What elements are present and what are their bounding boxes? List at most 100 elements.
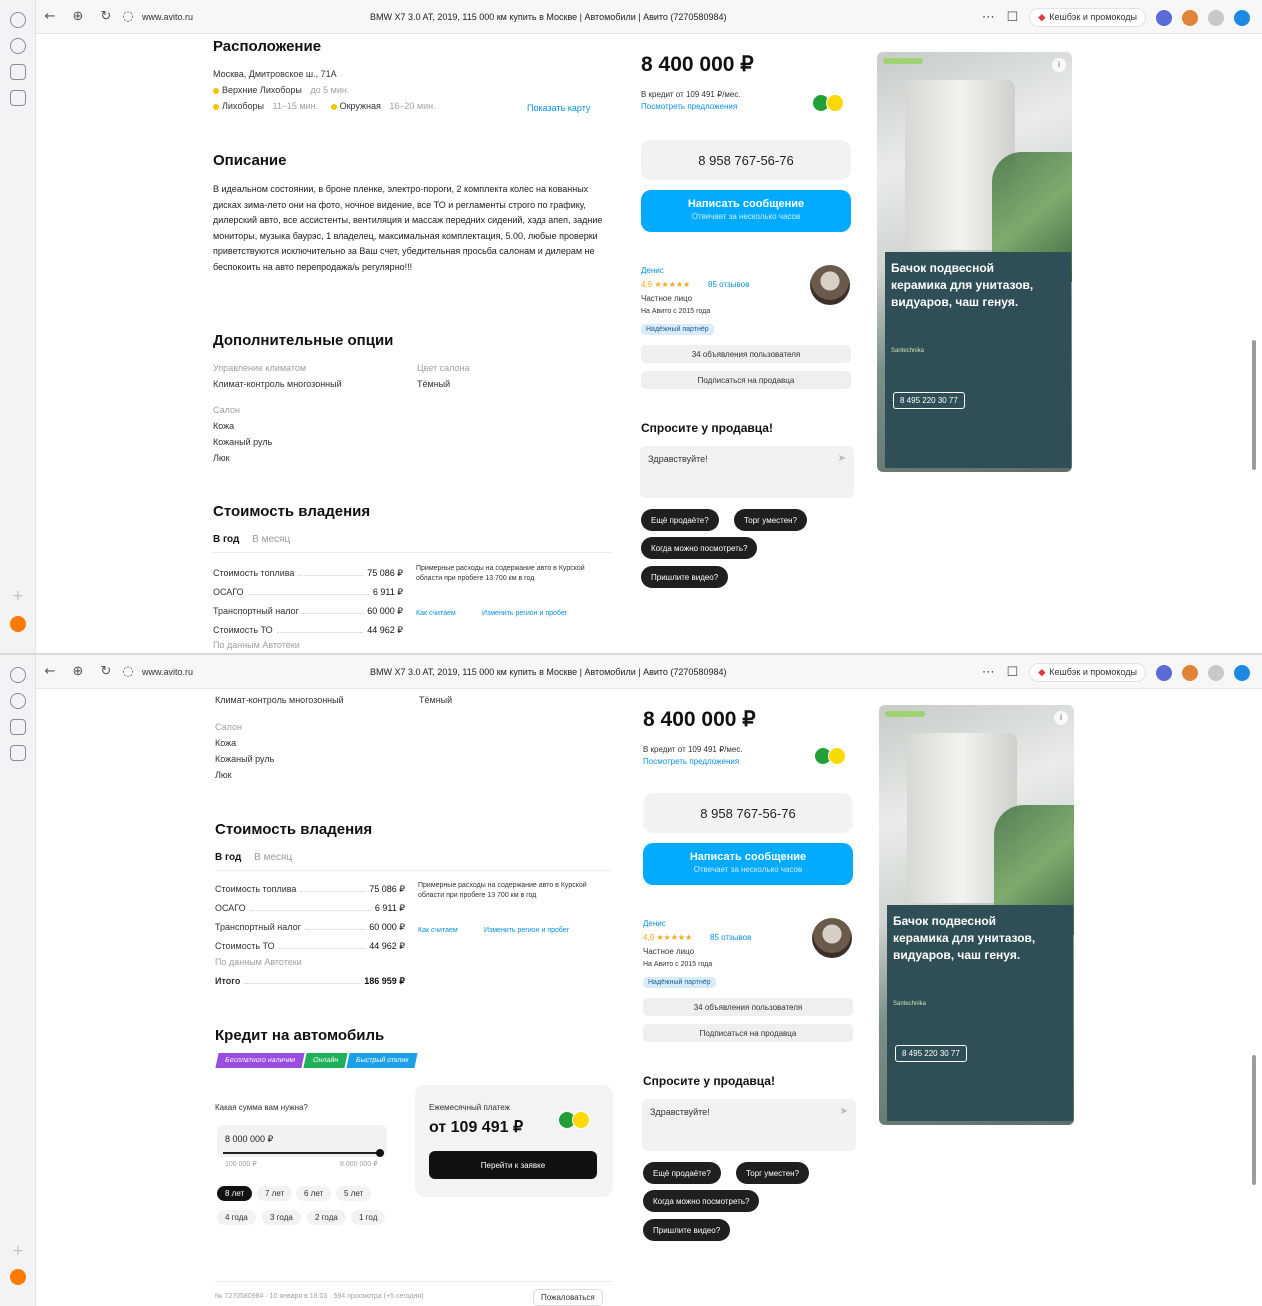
ad-info-icon[interactable]: i [1052,58,1066,72]
quick-question-chip[interactable]: Когда можно посмотреть? [643,1190,760,1212]
metro-line-icon [330,103,337,110]
how-calc-link[interactable]: Как считаем [418,927,458,934]
ask-seller-input[interactable]: Здравствуйте! ➤ [642,1099,856,1151]
seller-ads-button[interactable]: 34 объявления пользователя [643,998,853,1016]
address-bar[interactable]: www.avito.ru [142,12,193,22]
show-map-link[interactable]: Показать карту [527,103,590,113]
extension-fox-icon[interactable] [1182,664,1198,681]
write-message-button[interactable]: Написать сообщение Отвечает за несколько… [643,843,853,885]
tab-title: BMW X7 3.0 AT, 2019, 115 000 км купить в… [370,667,727,677]
profile-icon[interactable] [1234,664,1250,681]
cashback-promo-button[interactable]: ◆ Кешбэк и промокоды [1029,8,1146,27]
ownership-tabs: В год В месяц [213,534,290,545]
cost-row-osago: ОСАГО 6 911 ₽ [213,587,403,598]
seller-ads-button[interactable]: 34 объявления пользователя [641,345,851,363]
subscribe-button[interactable]: Подписаться на продавца [641,371,851,389]
scrollbar[interactable] [1252,695,1256,1300]
profile-icon[interactable] [1234,9,1250,26]
message-button-sub: Отвечает за несколько часов [691,212,801,221]
seller-reviews-link[interactable]: 85 отзывов [708,280,749,289]
quick-question-chip[interactable]: Когда можно посмотреть? [641,537,758,559]
show-phone-button[interactable]: 8 958 767-56-76 [641,140,851,180]
quick-question-chip[interactable]: Ещё продаёте? [643,1162,721,1184]
credit-offers-link[interactable]: Посмотреть предложения [641,102,737,111]
shield-icon[interactable]: ⊕ [64,9,92,24]
quick-question-chip[interactable]: Торг уместен? [736,1162,810,1184]
advert-banner[interactable]: i Бачок подвесной керамика для унитазов,… [879,705,1074,1125]
back-arrow-icon[interactable]: ← [36,664,64,679]
back-arrow-icon[interactable]: ← [36,9,64,24]
scrollbar-thumb[interactable] [1252,1055,1256,1185]
description-text: В идеальном состоянии, в броне пленке, э… [213,184,603,272]
salon-item: Люк [215,770,232,780]
how-calc-link[interactable]: Как считаем [416,610,456,617]
ad-phone[interactable]: 8 495 220 30 77 [893,392,965,409]
quick-question-chip[interactable]: Торг уместен? [734,509,808,531]
site-info-icon[interactable]: ◌ [120,664,136,679]
shield-icon[interactable]: ⊕ [64,664,92,679]
term-pill[interactable]: 1 год [351,1210,386,1225]
seller-reviews-link[interactable]: 85 отзывов [710,933,751,942]
history-icon[interactable] [10,667,26,683]
ask-seller-input[interactable]: Здравствуйте! ➤ [640,446,854,498]
change-region-link[interactable]: Изменить регион и пробег [482,610,567,617]
send-arrow-icon[interactable]: ➤ [838,453,846,464]
term-pill-selected[interactable]: 8 лет [217,1186,253,1201]
bookmark-icon[interactable]: ☐ [1005,665,1019,680]
write-message-button[interactable]: Написать сообщение Отвечает за несколько… [641,190,851,232]
quick-question-chip[interactable]: Ещё продаёте? [641,509,719,531]
complain-button[interactable]: Пожаловаться [533,1289,603,1306]
extension-fox-icon[interactable] [1182,9,1198,26]
term-pill[interactable]: 6 лет [296,1186,332,1201]
seller-since: На Авито с 2015 года [643,961,713,968]
seller-name[interactable]: Денис [641,266,664,275]
tab-month[interactable]: В месяц [254,852,292,863]
term-pill[interactable]: 4 года [217,1210,256,1225]
ad-info-icon[interactable]: i [1054,711,1068,725]
quick-question-chip[interactable]: Пришлите видео? [641,566,729,588]
ask-heading: Спросите у продавца! [643,1074,775,1088]
show-phone-button[interactable]: 8 958 767-56-76 [643,793,853,833]
extension-bird-icon[interactable] [1156,9,1172,26]
term-pill[interactable]: 5 лет [336,1186,372,1201]
tab-month[interactable]: В месяц [252,534,290,545]
tab-year[interactable]: В год [215,852,241,863]
advert-banner[interactable]: i Бачок подвесной керамика для унитазов,… [877,52,1072,472]
cost-label: ОСАГО [215,903,246,913]
cashback-promo-button[interactable]: ◆ Кешбэк и промокоды [1029,663,1146,682]
extension-chat-icon[interactable] [1208,664,1224,681]
subscribe-button[interactable]: Подписаться на продавца [643,1024,853,1042]
scrollbar[interactable] [1252,40,1256,647]
change-region-link[interactable]: Изменить регион и пробег [484,927,569,934]
promo-label: Кешбэк и промокоды [1049,667,1137,677]
extension-chat-icon[interactable] [1208,9,1224,26]
salon-item: Кожаный руль [213,437,273,447]
reload-icon[interactable]: ↻ [92,9,120,24]
credit-slider-handle[interactable] [375,1149,384,1157]
credit-offers-link[interactable]: Посмотреть предложения [643,757,739,766]
history-icon[interactable] [10,12,26,28]
term-pill[interactable]: 2 года [307,1210,346,1225]
site-info-icon[interactable]: ◌ [120,9,136,24]
quick-question-chip[interactable]: Пришлите видео? [643,1219,731,1241]
extension-bird-icon[interactable] [1156,664,1172,681]
more-icon[interactable]: ⋯ [981,10,995,25]
climate-value: Климат-контроль многозонный [215,695,344,705]
reload-icon[interactable]: ↻ [92,664,120,679]
go-to-application-button[interactable]: Перейти к заявке [429,1151,597,1179]
tab-year[interactable]: В год [213,534,239,545]
credit-question: Какая сумма вам нужна? [215,1103,308,1112]
monthly-payment-card [415,1085,613,1197]
seller-avatar[interactable] [812,918,852,958]
seller-name[interactable]: Денис [643,919,666,928]
scrollbar-thumb[interactable] [1252,340,1256,470]
term-pill[interactable]: 3 года [262,1210,301,1225]
more-icon[interactable]: ⋯ [981,665,995,680]
send-arrow-icon[interactable]: ➤ [840,1106,848,1117]
bookmark-icon[interactable]: ☐ [1005,10,1019,25]
term-pill[interactable]: 7 лет [257,1186,293,1201]
address-bar[interactable]: www.avito.ru [142,667,193,677]
cost-row-tax: Транспортный налог 60 000 ₽ [213,606,403,617]
ad-phone[interactable]: 8 495 220 30 77 [895,1045,967,1062]
seller-avatar[interactable] [810,265,850,305]
